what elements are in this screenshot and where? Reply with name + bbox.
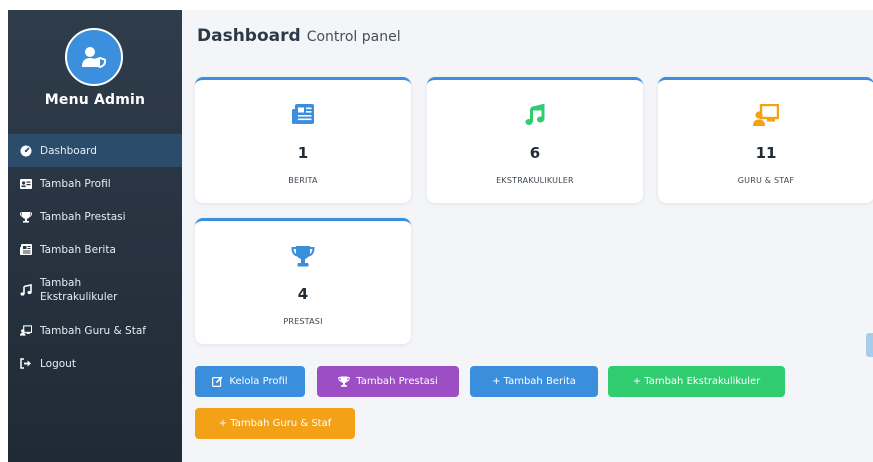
button-label: Tambah Prestasi xyxy=(356,376,438,387)
button-label: + Tambah Berita xyxy=(492,376,576,387)
tambah-prestasi-button[interactable]: Tambah Prestasi xyxy=(317,366,459,397)
button-label: + Tambah Ekstrakulikuler xyxy=(632,376,761,387)
edit-icon xyxy=(212,376,224,387)
admin-avatar xyxy=(65,28,123,86)
music-icon xyxy=(20,284,32,296)
sidebar-item-label: Tambah Ekstrakulikuler xyxy=(40,277,118,303)
button-label: + Tambah Guru & Staf xyxy=(218,418,332,429)
sidebar-item-tambah-ekstrakulikuler[interactable]: Tambah Ekstrakulikuler xyxy=(8,266,182,314)
stat-value: 11 xyxy=(755,144,777,162)
stat-card-prestasi: 4 PRESTASI xyxy=(195,218,411,344)
stat-label: BERITA xyxy=(288,176,318,185)
page-title: Dashboard xyxy=(197,26,301,46)
tambah-ekstrakulikuler-button[interactable]: + Tambah Ekstrakulikuler xyxy=(608,366,785,397)
teacher-icon xyxy=(658,104,873,126)
sidebar-item-dashboard[interactable]: Dashboard xyxy=(8,134,182,167)
stat-value: 1 xyxy=(297,144,309,162)
page-header: Dashboard Control panel xyxy=(197,26,401,46)
sidebar: Menu Admin Dashboard Tambah Profil Tamba… xyxy=(8,10,182,462)
side-scroll-tab[interactable] xyxy=(866,333,873,357)
main-content: Dashboard Control panel 1 BERITA 6 EKSTR… xyxy=(182,10,873,462)
sidebar-item-tambah-berita[interactable]: Tambah Berita xyxy=(8,233,182,266)
tambah-berita-button[interactable]: + Tambah Berita xyxy=(470,366,598,397)
trophy-icon xyxy=(195,245,411,267)
id-card-icon xyxy=(20,178,32,190)
sidebar-item-tambah-guru-staf[interactable]: Tambah Guru & Staf xyxy=(8,314,182,347)
logout-icon xyxy=(20,358,32,370)
stat-card-ekstrakulikuler: 6 EKSTRAKULIKULER xyxy=(427,77,643,203)
button-label: Kelola Profil xyxy=(229,376,288,387)
sidebar-item-label: Dashboard xyxy=(40,144,97,157)
sidebar-item-tambah-prestasi[interactable]: Tambah Prestasi xyxy=(8,200,182,233)
menu-title: Menu Admin xyxy=(44,92,146,108)
sidebar-item-logout[interactable]: Logout xyxy=(8,347,182,380)
stat-card-guru-staf: 11 GURU & STAF xyxy=(658,77,873,203)
newspaper-icon xyxy=(20,244,32,256)
teacher-icon xyxy=(20,325,32,337)
trophy-icon xyxy=(338,376,350,387)
stat-value: 4 xyxy=(297,285,309,303)
stat-card-berita: 1 BERITA xyxy=(195,77,411,203)
trophy-icon xyxy=(20,211,32,223)
sidebar-nav: Dashboard Tambah Profil Tambah Prestasi … xyxy=(8,134,182,380)
stat-label: EKSTRAKULIKULER xyxy=(496,176,574,185)
stat-label: GURU & STAF xyxy=(737,176,795,185)
dashboard-icon xyxy=(20,145,32,157)
stat-label: PRESTASI xyxy=(283,317,323,326)
newspaper-icon xyxy=(195,104,411,126)
stat-value: 6 xyxy=(529,144,541,162)
tambah-guru-staf-button[interactable]: + Tambah Guru & Staf xyxy=(195,408,355,439)
sidebar-item-label: Tambah Guru & Staf xyxy=(40,324,146,337)
kelola-profil-button[interactable]: Kelola Profil xyxy=(195,366,305,397)
sidebar-item-label: Logout xyxy=(40,357,76,370)
sidebar-item-label: Tambah Profil xyxy=(40,177,111,190)
sidebar-item-tambah-profil[interactable]: Tambah Profil xyxy=(8,167,182,200)
music-icon xyxy=(427,104,643,126)
page-subtitle: Control panel xyxy=(306,29,401,45)
sidebar-item-label: Tambah Berita xyxy=(40,243,116,256)
user-shield-icon xyxy=(82,47,106,68)
sidebar-item-label: Tambah Prestasi xyxy=(40,210,126,223)
